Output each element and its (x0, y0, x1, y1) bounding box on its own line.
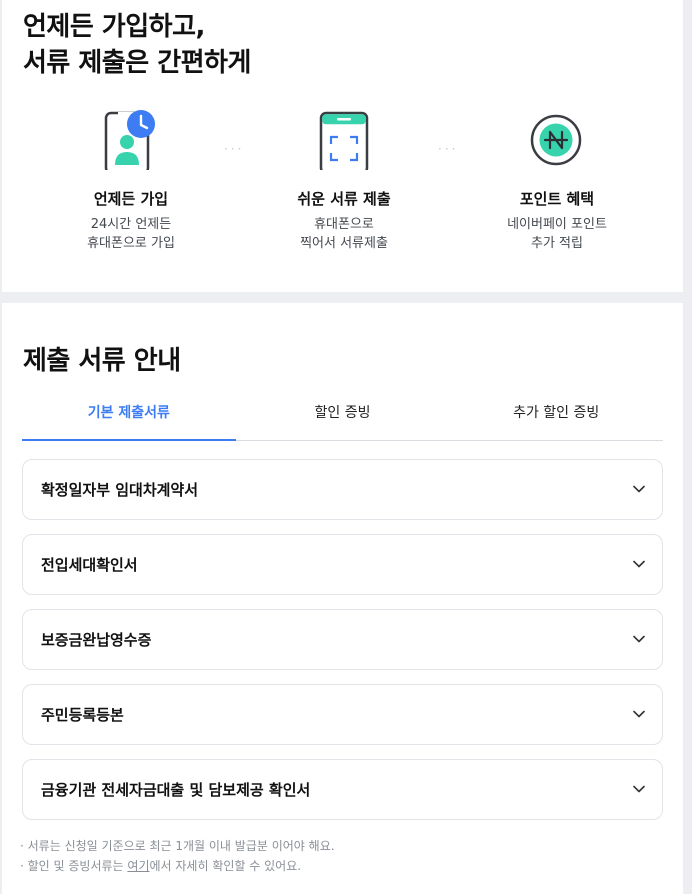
chevron-down-icon (633, 485, 645, 493)
document-item-deposit-receipt[interactable]: 보증금완납영수증 (22, 609, 663, 670)
tab-basic-documents[interactable]: 기본 제출서류 (22, 398, 236, 441)
feature-desc-line1: 휴대폰으로 (314, 217, 374, 232)
documents-tabs: 기본 제출서류 할인 증빙 추가 할인 증빙 (22, 398, 663, 441)
documents-section-title: 제출 서류 안내 (23, 346, 181, 376)
tab-discount-proof[interactable]: 할인 증빙 (236, 398, 450, 440)
document-item-loan-collateral-confirmation[interactable]: 금융기관 전세자금대출 및 담보제공 확인서 (22, 759, 663, 820)
feature-desc-line1: 24시간 언제든 (90, 217, 172, 232)
feature-description: 네이버페이 포인트 추가 적립 (467, 215, 647, 253)
note-text-suffix: 에서 자세히 확인할 수 있어요. (149, 859, 302, 873)
separator-dots: ··· (224, 142, 245, 156)
tab-additional-discount-proof[interactable]: 추가 할인 증빙 (449, 398, 663, 440)
document-item-label: 금융기관 전세자금대출 및 담보제공 확인서 (41, 781, 311, 799)
phone-clock-person-icon (41, 108, 221, 175)
feature-desc-line2: 찍어서 서류제출 (300, 236, 388, 251)
document-item-lease-contract[interactable]: 확정일자부 임대차계약서 (22, 459, 663, 520)
note-issue-period: · 서류는 신청일 기준으로 최근 1개월 이내 발급분 이어야 해요. (20, 839, 335, 853)
feature-easy-submit: 쉬운 서류 제출 휴대폰으로 찍어서 서류제출 (254, 108, 434, 253)
feature-list: 언제든 가입 24시간 언제든 휴대폰으로 가입 ··· 쉬운 서류 제출 휴대… (2, 108, 683, 268)
chevron-down-icon (633, 710, 645, 718)
document-item-household-confirmation[interactable]: 전입세대확인서 (22, 534, 663, 595)
feature-desc-line2: 추가 적립 (531, 236, 583, 251)
feature-anytime-signup: 언제든 가입 24시간 언제든 휴대폰으로 가입 (41, 108, 221, 253)
document-item-label: 보증금완납영수증 (41, 631, 152, 649)
separator-dots: ··· (438, 142, 459, 156)
feature-title: 포인트 혜택 (519, 190, 595, 208)
note-discount-docs: · 할인 및 증빙서류는 여기에서 자세히 확인할 수 있어요. (20, 856, 335, 876)
chevron-down-icon (633, 560, 645, 568)
feature-desc-line2: 휴대폰으로 가입 (87, 236, 175, 251)
hero-headline: 언제든 가입하고, 서류 제출은 간편하게 (23, 9, 251, 81)
feature-point-benefit: 포인트 혜택 네이버페이 포인트 추가 적립 (467, 108, 647, 253)
document-item-label: 주민등록등본 (41, 706, 124, 724)
document-item-label: 전입세대확인서 (41, 556, 138, 574)
naverpay-point-icon (467, 108, 647, 170)
note-text-prefix: · 할인 및 증빙서류는 (20, 859, 128, 873)
document-item-label: 확정일자부 임대차계약서 (41, 481, 199, 499)
documents-notes: · 서류는 신청일 기준으로 최근 1개월 이내 발급분 이어야 해요. · 할… (20, 836, 335, 876)
chevron-down-icon (633, 785, 645, 793)
document-item-resident-registration[interactable]: 주민등록등본 (22, 684, 663, 745)
intro-card: 언제든 가입하고, 서류 제출은 간편하게 언제든 가입 24시간 언제든 휴대… (2, 0, 683, 292)
hero-headline-line1: 언제든 가입하고, (23, 12, 205, 42)
documents-card: 제출 서류 안내 기본 제출서류 할인 증빙 추가 할인 증빙 확정일자부 임대… (2, 303, 683, 894)
hero-headline-line2: 서류 제출은 간편하게 (23, 48, 251, 78)
document-accordion-list: 확정일자부 임대차계약서 전입세대확인서 보증금완납영수증 주민등록등본 금융기… (22, 459, 663, 834)
feature-description: 24시간 언제든 휴대폰으로 가입 (41, 215, 221, 253)
feature-desc-line1: 네이버페이 포인트 (507, 217, 607, 232)
phone-scan-icon (254, 108, 434, 175)
feature-title: 쉬운 서류 제출 (297, 190, 391, 208)
feature-title: 언제든 가입 (93, 190, 169, 208)
chevron-down-icon (633, 635, 645, 643)
feature-description: 휴대폰으로 찍어서 서류제출 (254, 215, 434, 253)
note-here-link[interactable]: 여기 (127, 859, 149, 873)
